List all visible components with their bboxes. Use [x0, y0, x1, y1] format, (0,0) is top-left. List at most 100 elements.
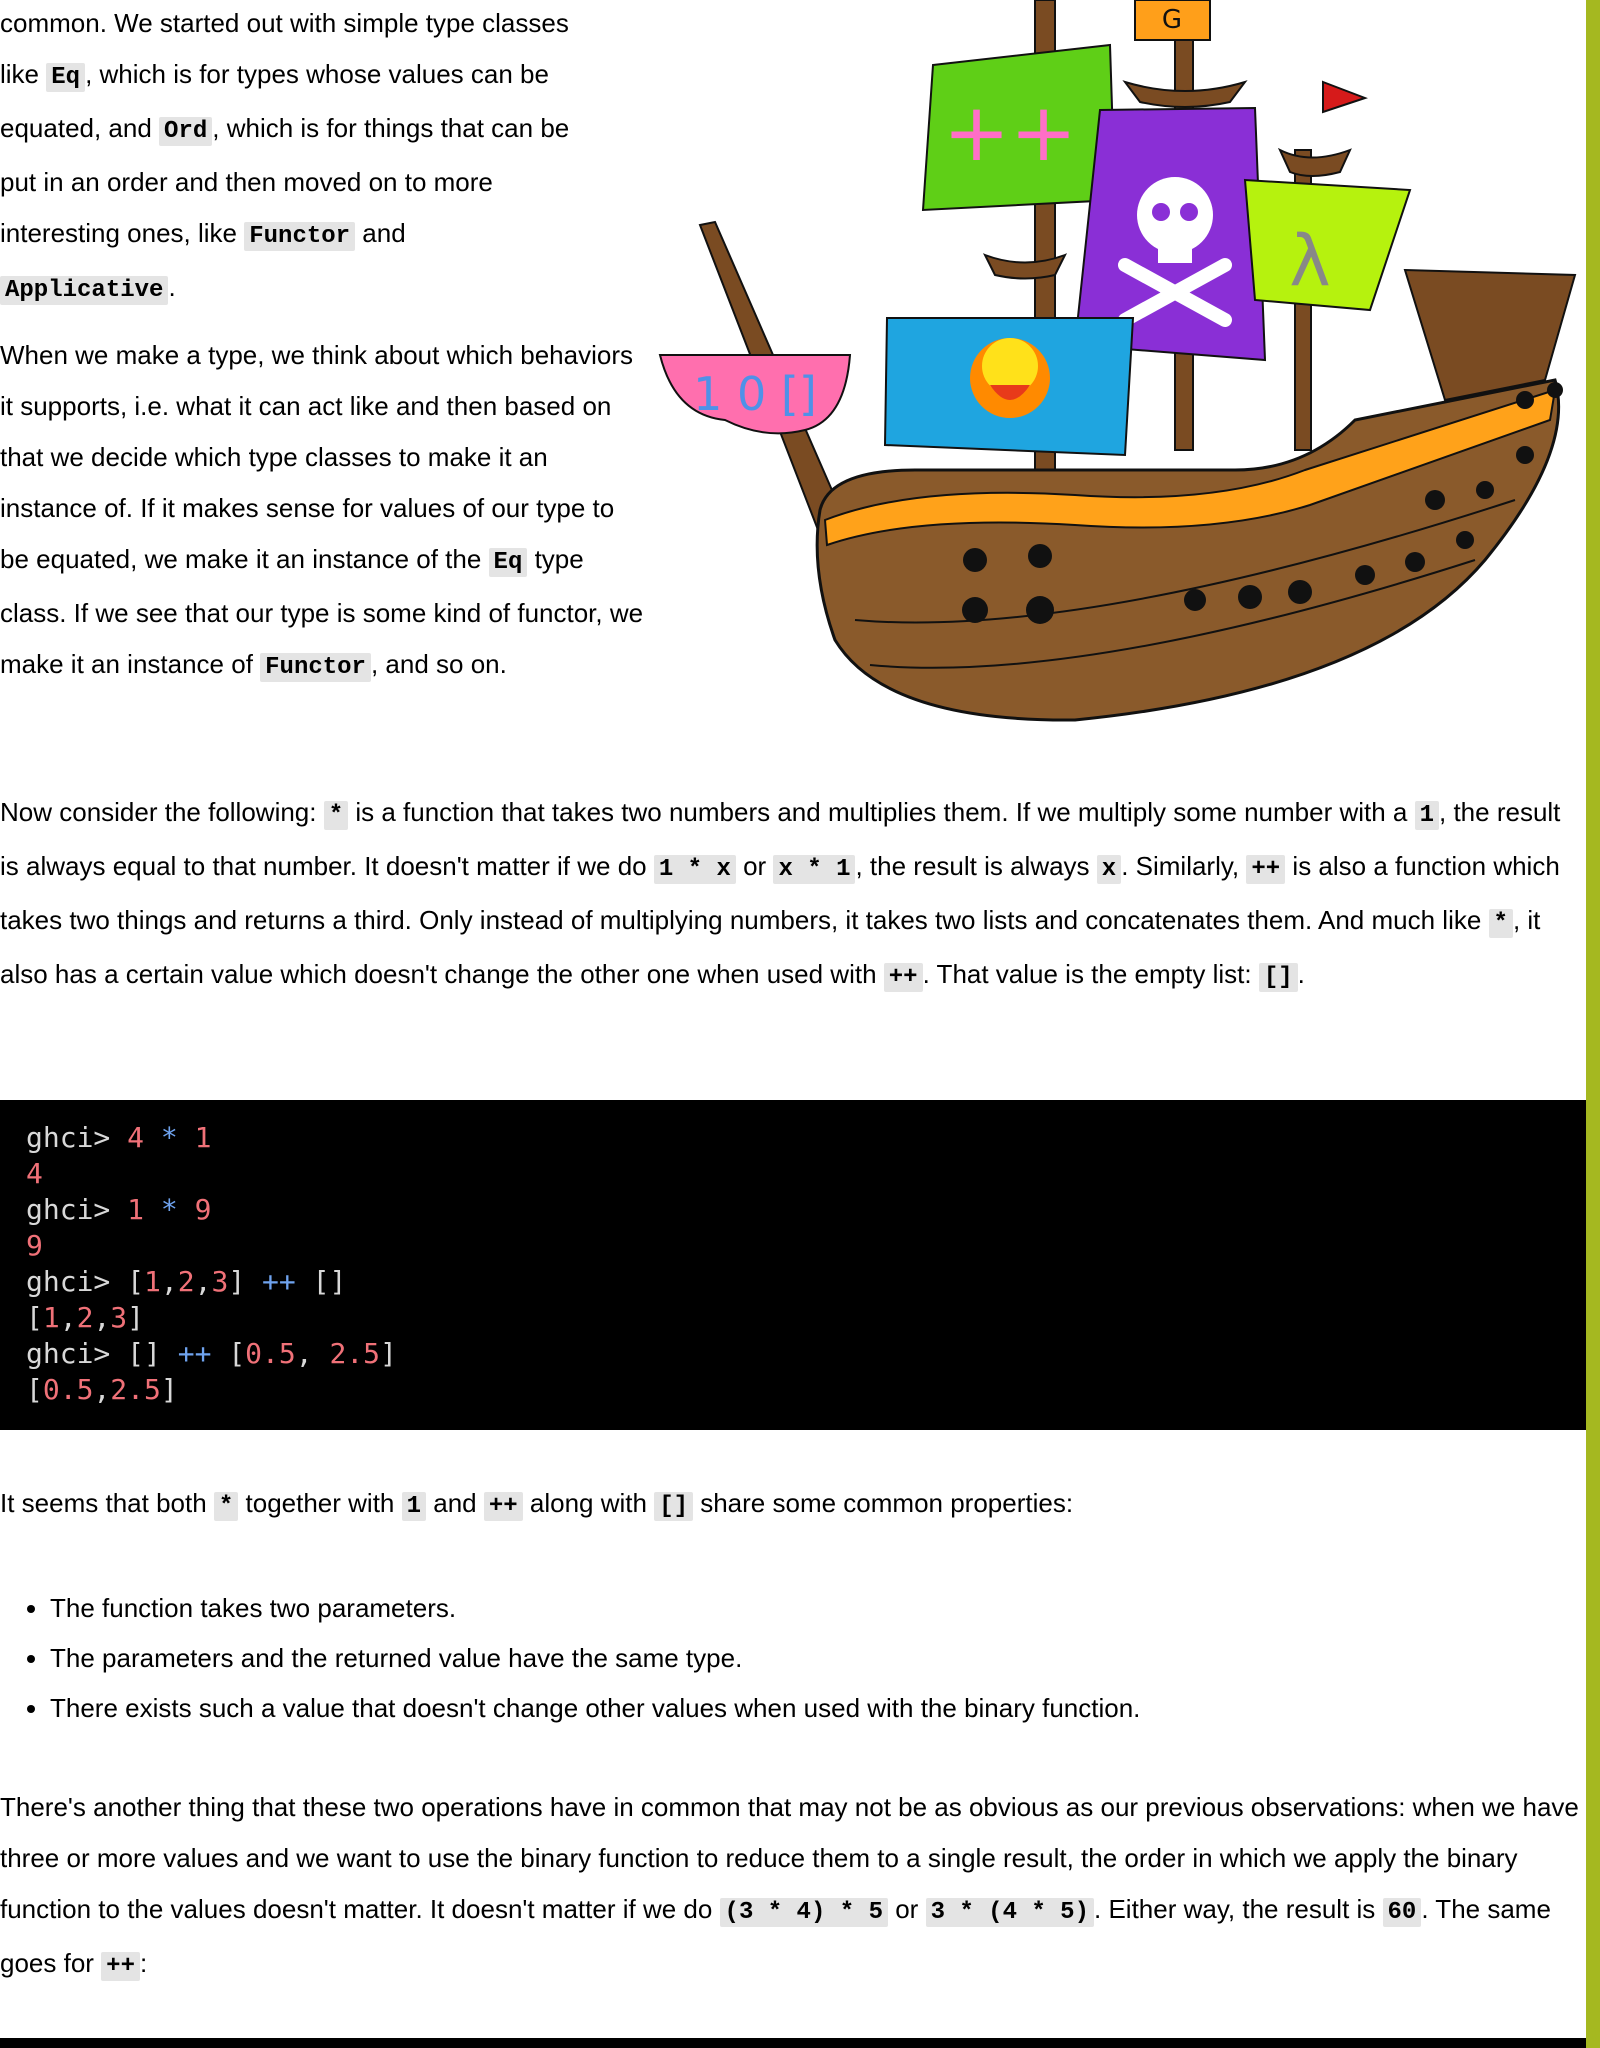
number: 2 [76, 1301, 94, 1334]
text: . [1297, 959, 1305, 989]
operator: * [144, 1121, 195, 1154]
inline-code: ++ [1246, 855, 1286, 884]
sun-icon [970, 338, 1050, 418]
number: 3 [211, 1265, 229, 1298]
code-line: [1,2,3] [26, 1300, 1574, 1336]
text: like [0, 59, 47, 89]
inline-code: * [1488, 909, 1513, 938]
intro-line: interesting ones, like Functor and [0, 208, 650, 262]
inline-code: ++ [883, 963, 923, 992]
intro-paragraph: common. We started out with simple type … [0, 0, 650, 316]
text: . Similarly, [1121, 851, 1247, 881]
inline-code: 1 [401, 1492, 427, 1521]
paragraph-common-properties: It seems that both * together with 1 and… [0, 1478, 1585, 1532]
text: : [139, 1948, 148, 1978]
inline-code: Ord [159, 117, 213, 146]
number: 0.5 [42, 1373, 94, 1406]
bracket: ] [228, 1265, 246, 1298]
text: . [168, 272, 176, 302]
bracket: ] [380, 1337, 397, 1370]
inline-code: ++ [101, 1952, 140, 1981]
comma: , [160, 1265, 178, 1298]
number: 2.5 [110, 1373, 161, 1406]
page-side-bar [1586, 0, 1600, 2048]
inline-code: x [1096, 855, 1122, 884]
inline-code: Functor [244, 222, 356, 251]
number: 4 [26, 1157, 43, 1190]
code-line: ghci> [1,2,3] ++ [] [26, 1264, 1574, 1300]
pink-sail-text: 1 0 [] [693, 367, 817, 421]
text: and [426, 1488, 484, 1518]
number: 9 [26, 1229, 43, 1262]
number: 4 [127, 1121, 145, 1154]
inline-code: * [323, 801, 349, 830]
prompt: ghci> [26, 1265, 128, 1298]
paragraph-associativity: There's another thing that these two ope… [0, 1782, 1590, 1992]
operator: ++ [160, 1337, 229, 1370]
operator: ++ [245, 1265, 313, 1298]
inline-code: x * 1 [773, 855, 856, 884]
inline-code: Applicative [0, 276, 169, 305]
inline-code: [] [1258, 963, 1298, 992]
inline-code: 60 [1382, 1898, 1422, 1927]
green-sail-text: ++ [943, 86, 1077, 179]
comma: , [93, 1301, 111, 1334]
text: together with [238, 1488, 402, 1518]
pirate-ship-illustration: G ++ λ 1 0 [] [658, 0, 1577, 722]
lime-sail-text: λ [1289, 220, 1330, 302]
text: equated, and [0, 113, 160, 143]
number: 0.5 [245, 1337, 296, 1370]
intro-line: like Eq, which is for types whose values… [0, 49, 650, 103]
inline-code: ++ [483, 1492, 523, 1521]
text: or [735, 851, 774, 881]
comma: , [59, 1301, 77, 1334]
code-line: [0.5,2.5] [26, 1372, 1574, 1408]
code-line: ghci> 4 * 1 [26, 1120, 1574, 1156]
operator: * [144, 1193, 195, 1226]
bracket: [ [127, 1265, 145, 1298]
text: . That value is the empty list: [922, 959, 1259, 989]
ghci-code-block: ghci> 4 * 1 4 ghci> 1 * 9 9 ghci> [1,2,3… [0, 1100, 1600, 1430]
intro-line: Applicative. [0, 262, 650, 316]
bracket: ] [127, 1301, 145, 1334]
comma: , [194, 1265, 212, 1298]
bracket: ] [160, 1373, 178, 1406]
paragraph-identity: Now consider the following: * is a funct… [0, 787, 1585, 1003]
inline-code: * [213, 1492, 239, 1521]
number: 9 [194, 1193, 212, 1226]
text: and [355, 218, 406, 248]
number: 1 [194, 1121, 212, 1154]
code-line: 9 [26, 1228, 1574, 1264]
paragraph-type-classes: When we make a type, we think about whic… [0, 330, 650, 693]
next-code-block-edge [0, 2038, 1600, 2048]
list-item: The function takes two parameters. [50, 1583, 1600, 1633]
code-line: ghci> [] ++ [0.5, 2.5] [26, 1336, 1574, 1372]
intro-line: put in an order and then moved on to mor… [0, 167, 493, 197]
bracket: [ [228, 1337, 246, 1370]
text: , which is for things that can be [212, 113, 570, 143]
number: 3 [110, 1301, 128, 1334]
properties-list: The function takes two parameters. The p… [0, 1583, 1600, 1733]
inline-code: Eq [46, 63, 86, 92]
text: is a function that takes two numbers and… [348, 797, 1415, 827]
text: When we make a type, we think about whic… [0, 340, 634, 574]
text: It seems that both [0, 1488, 214, 1518]
prompt: ghci> [26, 1337, 128, 1370]
text: . Either way, the result is [1094, 1894, 1383, 1924]
inline-code: (3 * 4) * 5 [719, 1898, 888, 1927]
inline-code: 1 [1414, 801, 1440, 830]
prompt: ghci> [26, 1193, 128, 1226]
number: 1 [144, 1265, 161, 1298]
list-item: There exists such a value that doesn't c… [50, 1683, 1600, 1733]
intro-line: common. We started out with simple type … [0, 8, 569, 38]
bracket: [ [26, 1373, 43, 1406]
number: 1 [42, 1301, 60, 1334]
inline-code: [] [654, 1492, 693, 1521]
flag-letter: G [1162, 5, 1182, 35]
number: 2.5 [329, 1337, 381, 1370]
code-line: ghci> 1 * 9 [26, 1192, 1574, 1228]
code-line: 4 [26, 1156, 1574, 1192]
text: Now consider the following: [0, 797, 324, 827]
inline-code: 3 * (4 * 5) [925, 1898, 1094, 1927]
number: 1 [127, 1193, 145, 1226]
